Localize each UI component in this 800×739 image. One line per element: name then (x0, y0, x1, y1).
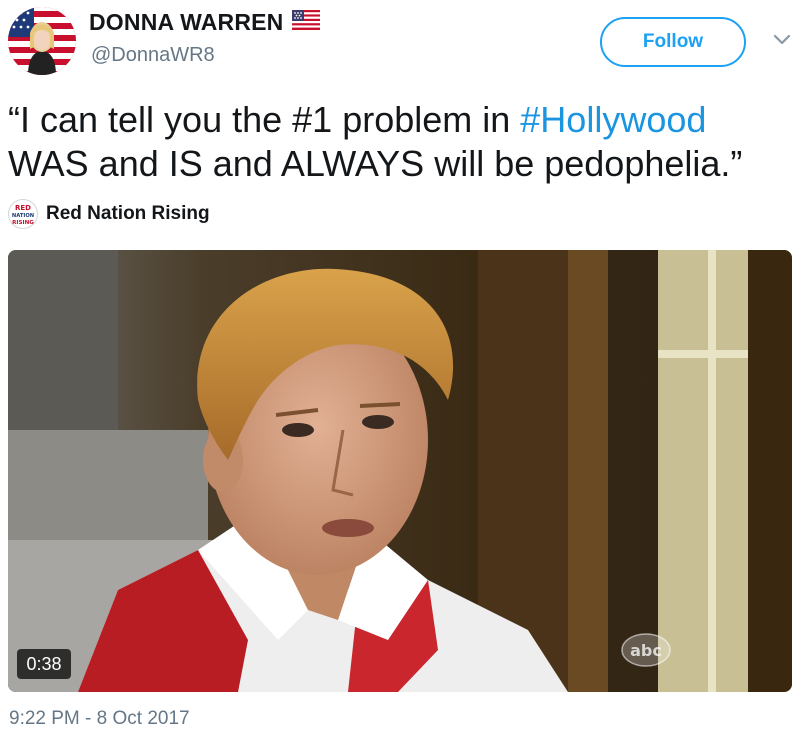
author-display-name[interactable]: DONNA WARREN (89, 9, 284, 36)
tweet-text-part: WAS and IS and ALWAYS will be pedophelia… (8, 143, 743, 184)
red-nation-rising-logo: RED NATION RISING (8, 199, 38, 229)
avatar[interactable] (8, 7, 76, 75)
logo-word-nation: NATION (12, 213, 34, 219)
author-handle[interactable]: @DonnaWR8 (91, 44, 215, 67)
us-flag-icon (291, 10, 320, 35)
chevron-down-icon[interactable] (772, 33, 792, 47)
tweet-card: DONNA WARREN @DonnaWR8 Follow “I can tel… (0, 0, 800, 739)
logo-word-rising: RISING (12, 220, 34, 226)
attribution-name[interactable]: Red Nation Rising (46, 203, 210, 225)
author-name-row[interactable]: DONNA WARREN (89, 9, 320, 36)
tweet-timestamp[interactable]: 9:22 PM - 8 Oct 2017 (9, 708, 190, 730)
follow-button[interactable]: Follow (600, 17, 746, 67)
video-player[interactable] (8, 250, 792, 692)
video-duration: 0:38 (17, 649, 71, 679)
hashtag-link[interactable]: #Hollywood (520, 99, 706, 140)
tweet-text-part: “I can tell you the #1 problem in (8, 99, 521, 140)
abc-logo: abc (621, 633, 671, 667)
video-attribution[interactable]: RED NATION RISING Red Nation Rising (8, 199, 210, 229)
logo-word-red: RED (15, 204, 31, 212)
abc-logo-text: abc (630, 641, 662, 660)
tweet-text: “I can tell you the #1 problem in #Holly… (8, 98, 793, 186)
